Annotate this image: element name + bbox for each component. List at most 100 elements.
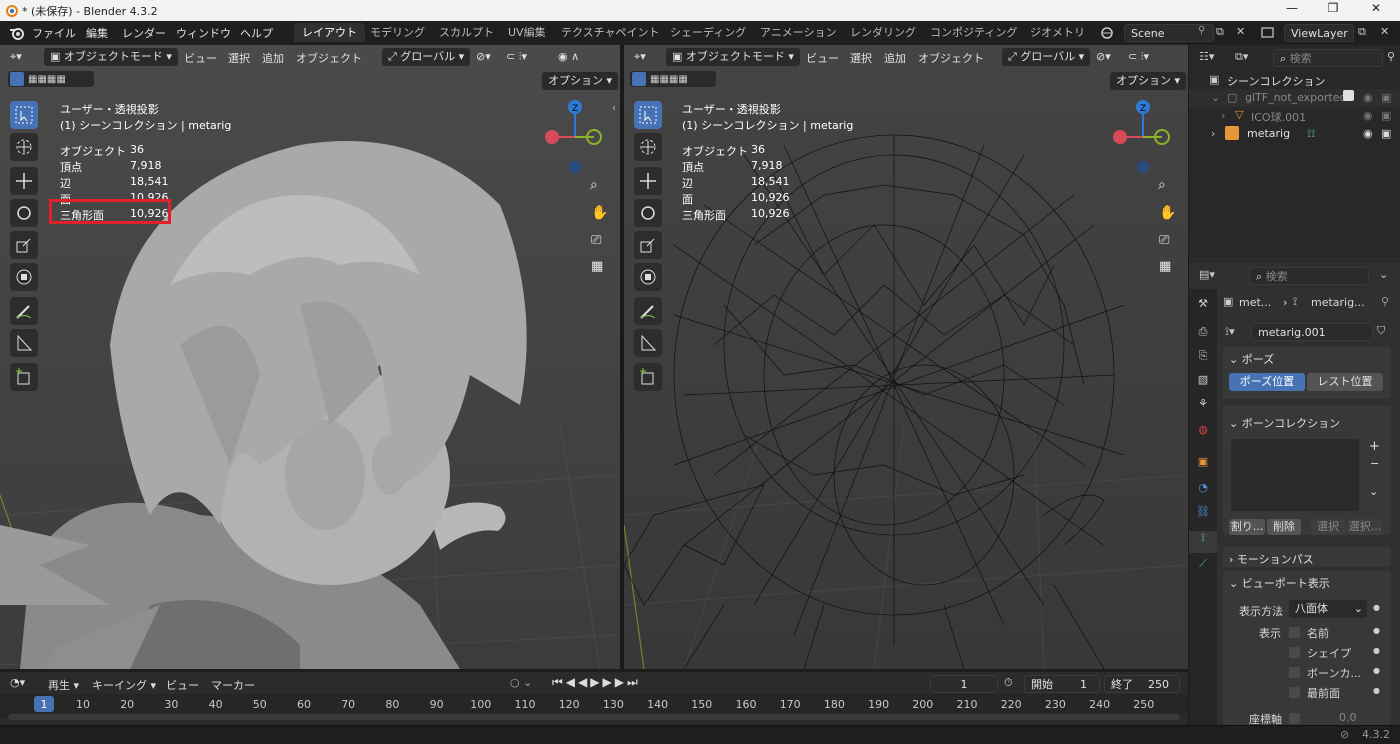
filter-icon[interactable]: ⚲ — [1387, 50, 1395, 63]
armature-datablock-icon[interactable]: ⟟▾ — [1225, 325, 1235, 339]
select-extend-icon-right[interactable]: ▦▦▦▦ — [650, 74, 688, 85]
blender-menu-icon[interactable] — [9, 26, 25, 40]
start-frame-field[interactable]: 開始 1 — [1024, 675, 1100, 693]
add-collection-icon[interactable]: + — [1369, 439, 1380, 454]
keyframe-dot-icon-colors[interactable]: ● — [1373, 666, 1380, 675]
pivot-icon[interactable]: ⊘▾ — [476, 50, 491, 63]
transform-tool-right[interactable] — [634, 263, 662, 291]
menu-select-right[interactable]: 選択 — [850, 50, 872, 66]
pose-panel-header[interactable]: ⌄ ポーズ — [1229, 351, 1274, 367]
outliner-row-metarig[interactable]: › metarig ⟟⟟ ◉ ▣ — [1189, 125, 1400, 143]
bone-colors-checkbox[interactable] — [1289, 667, 1300, 678]
expand-arrow-icon-ico[interactable]: › — [1221, 109, 1225, 122]
stopwatch-icon[interactable]: ⏱ — [1004, 676, 1013, 690]
tab-geometry[interactable]: ジオメトリ — [1022, 23, 1093, 42]
keyframe-dot-icon-front[interactable]: ● — [1373, 686, 1380, 695]
eye-icon[interactable]: ◉ — [1363, 91, 1373, 104]
menu-add-left[interactable]: 追加 — [262, 50, 284, 66]
pivot-icon-right[interactable]: ⊘▾ — [1096, 50, 1111, 63]
auto-keying-icon[interactable]: ○ ⌄ — [510, 676, 532, 689]
select-new-icon[interactable] — [10, 72, 24, 86]
scene-tab-icon[interactable]: ⚘ — [1189, 397, 1217, 419]
render-icon-metarig[interactable]: ▣ — [1381, 127, 1391, 140]
select-mode-buttons-right[interactable]: ▦▦▦▦ — [630, 71, 716, 87]
physics-tab-icon[interactable]: ◔ — [1189, 481, 1217, 503]
pin-properties-icon[interactable]: ⚲ — [1381, 295, 1389, 308]
playback-controls-icon[interactable]: ⏮◀◀▶▶▶⏭ — [552, 675, 641, 690]
menu-select-left[interactable]: 選択 — [228, 50, 250, 66]
menu-view-timeline[interactable]: ビュー — [166, 677, 199, 693]
viewport-right[interactable]: ⌖▾ ▣ オブジェクトモード ▾ ビュー 選択 追加 オブジェクト ⤢ グローバ… — [624, 45, 1188, 669]
shapes-checkbox[interactable] — [1289, 647, 1300, 658]
menu-view-left[interactable]: ビュー — [184, 50, 217, 66]
tab-uv-editing[interactable]: UV編集 — [500, 23, 554, 42]
outliner-row-scene-collection[interactable]: ▣ シーンコレクション — [1189, 71, 1400, 89]
expand-arrow-icon[interactable]: ⌄ — [1211, 91, 1220, 104]
camera-icon-right[interactable]: ⎚ — [1159, 233, 1169, 248]
outliner-row-gltf-collection[interactable]: ⌄ ▢ glTF_not_exported ◉ ▣ — [1189, 89, 1400, 107]
transform-orientation-dropdown[interactable]: ⤢ グローバル ▾ — [382, 48, 471, 66]
move-tool-right[interactable] — [634, 167, 662, 195]
render-icon-ico[interactable]: ▣ — [1381, 109, 1391, 122]
bone-collections-header[interactable]: ⌄ ボーンコレクション — [1229, 415, 1340, 431]
keyframe-dot-icon[interactable]: ● — [1373, 603, 1380, 612]
zoom-icon-right[interactable]: ⌕ — [1158, 177, 1166, 193]
tab-rendering[interactable]: レンダリング — [842, 23, 924, 42]
select-new-icon-right[interactable] — [632, 72, 646, 86]
menu-view-right[interactable]: ビュー — [806, 50, 839, 66]
chevron-down-icon[interactable]: ⌄ — [1379, 268, 1388, 281]
deselect-button[interactable]: 選択... — [1347, 519, 1383, 535]
menu-object-right[interactable]: オブジェクト — [918, 50, 984, 66]
end-frame-field[interactable]: 終了 250 — [1104, 675, 1180, 693]
outliner-editor-icon[interactable]: ☷▾ — [1199, 50, 1214, 63]
axes-checkbox[interactable] — [1289, 713, 1300, 724]
cursor-tool-right[interactable] — [634, 133, 662, 161]
bone-tab-icon[interactable]: ⟋ — [1189, 557, 1217, 579]
motion-paths-header[interactable]: › モーションパス — [1229, 551, 1314, 567]
pan-hand-icon[interactable]: ✋ — [591, 205, 608, 221]
expand-arrow-icon-metarig[interactable]: › — [1211, 127, 1215, 140]
delete-scene-icon[interactable]: ✕ — [1236, 25, 1245, 38]
view-layer-field[interactable]: ViewLayer — [1284, 24, 1354, 42]
navigation-gizmo-right[interactable]: Z — [1110, 97, 1176, 175]
proportional-edit-icon[interactable]: ◉ ∧ — [558, 50, 579, 63]
select-button[interactable]: 選択 — [1311, 519, 1345, 535]
new-scene-icon[interactable]: ⧉ — [1216, 25, 1224, 39]
select-tool[interactable] — [10, 101, 38, 129]
annotate-tool[interactable] — [10, 297, 38, 325]
select-mode-buttons[interactable]: ▦▦▦▦ — [8, 71, 94, 87]
close-icon[interactable]: ✕ — [1356, 1, 1396, 15]
rotate-tool-right[interactable] — [634, 199, 662, 227]
eye-icon-metarig[interactable]: ◉ — [1363, 127, 1373, 140]
outliner-row-ico-sphere[interactable]: › ▽ ICO球.001 ◉ ▣ — [1189, 107, 1400, 125]
scene-icon[interactable] — [1100, 26, 1116, 40]
transform-orientation-dropdown-right[interactable]: ⤢ グローバル ▾ — [1002, 48, 1091, 66]
names-checkbox[interactable] — [1289, 627, 1300, 638]
editor-type-icon-right[interactable]: ⌖▾ — [634, 50, 646, 64]
bone-collection-list[interactable] — [1231, 439, 1359, 511]
menu-object-left[interactable]: オブジェクト — [296, 50, 362, 66]
tab-shading[interactable]: シェーディング — [662, 23, 754, 42]
annotate-tool-right[interactable] — [634, 297, 662, 325]
menu-keying[interactable]: キーイング ▾ — [92, 677, 156, 693]
snap-icon-right[interactable]: ⊂ ⫶▾ — [1128, 50, 1149, 64]
maximize-icon[interactable]: ❐ — [1313, 1, 1353, 15]
add-cube-tool-right[interactable] — [634, 363, 662, 391]
zoom-icon[interactable]: ⌕ — [590, 177, 598, 193]
scale-tool[interactable] — [10, 231, 38, 259]
viewport-display-header[interactable]: ⌄ ビューポート表示 — [1229, 575, 1330, 591]
cursor-tool[interactable] — [10, 133, 38, 161]
keyframe-dot-icon-names[interactable]: ● — [1373, 626, 1380, 635]
rotate-tool[interactable] — [10, 199, 38, 227]
constraints-tab-icon[interactable]: ⛓ — [1189, 505, 1217, 527]
viewport-left[interactable]: ⌖▾ ▣ オブジェクトモード ▾ ビュー 選択 追加 オブジェクト ⤢ グローバ… — [0, 45, 620, 669]
editor-type-icon[interactable]: ⌖▾ — [10, 50, 22, 64]
properties-editor-icon[interactable]: ▤▾ — [1199, 268, 1215, 281]
select-tool-right[interactable] — [634, 101, 662, 129]
pin-icon[interactable]: ⚲ — [1198, 25, 1205, 36]
in-front-checkbox[interactable] — [1289, 687, 1300, 698]
menu-help[interactable]: ヘルプ — [240, 25, 273, 41]
measure-tool-right[interactable] — [634, 329, 662, 357]
object-tab-icon[interactable]: ▣ — [1189, 455, 1217, 477]
transform-tool[interactable] — [10, 263, 38, 291]
